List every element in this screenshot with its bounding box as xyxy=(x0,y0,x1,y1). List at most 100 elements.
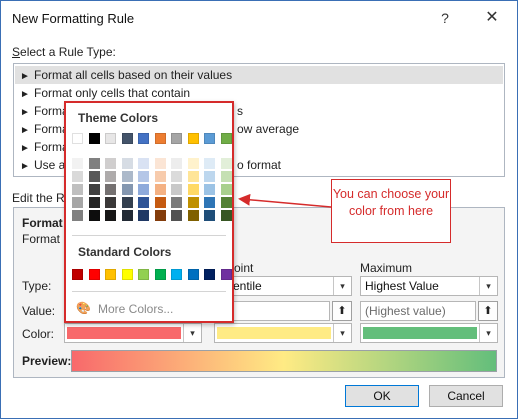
theme-shade-swatch[interactable] xyxy=(72,158,83,169)
theme-shade-swatch[interactable] xyxy=(204,210,215,221)
rule-item-label: Format only cells that contain xyxy=(34,86,191,100)
theme-color-swatch[interactable] xyxy=(105,133,116,144)
theme-shade-swatch[interactable] xyxy=(154,158,166,169)
theme-shade-swatch[interactable] xyxy=(88,197,100,208)
theme-shade-swatch[interactable] xyxy=(72,184,83,195)
theme-shade-swatch[interactable] xyxy=(72,210,83,221)
maximum-color-select[interactable]: ▾ xyxy=(360,323,498,343)
theme-shade-swatch[interactable] xyxy=(204,197,215,208)
standard-color-swatch[interactable] xyxy=(72,269,83,280)
minimum-color-select[interactable]: ▾ xyxy=(64,323,202,343)
theme-shade-swatch[interactable] xyxy=(88,158,100,169)
midpoint-type-select[interactable]: entile ▾ xyxy=(214,276,352,296)
theme-shade-swatch[interactable] xyxy=(187,171,199,182)
theme-shade-swatch[interactable] xyxy=(72,197,83,208)
standard-color-swatch[interactable] xyxy=(105,269,116,280)
maximum-range-picker-button[interactable]: ⬆ xyxy=(478,301,498,321)
standard-color-swatch[interactable] xyxy=(138,269,149,280)
theme-color-swatch[interactable] xyxy=(204,133,215,144)
theme-shade-swatch[interactable] xyxy=(171,184,182,195)
theme-shade-swatch[interactable] xyxy=(138,197,149,208)
theme-shade-swatch[interactable] xyxy=(154,171,166,182)
maximum-type-select[interactable]: Highest Value ▾ xyxy=(360,276,498,296)
theme-shade-swatch[interactable] xyxy=(204,158,215,169)
theme-shade-swatch[interactable] xyxy=(220,210,232,221)
rule-item-all-cells[interactable]: ► Format all cells based on their values xyxy=(15,66,503,84)
rule-item-label-tail: o format xyxy=(237,158,282,172)
chevron-down-icon[interactable]: ▾ xyxy=(479,277,497,295)
standard-color-swatch[interactable] xyxy=(154,269,166,280)
palette-divider xyxy=(72,235,226,236)
theme-shade-swatch[interactable] xyxy=(121,158,133,169)
theme-color-swatch[interactable] xyxy=(154,133,166,144)
value-label: Value: xyxy=(22,304,56,318)
theme-shade-swatch[interactable] xyxy=(88,210,100,221)
theme-shade-swatch[interactable] xyxy=(187,210,199,221)
theme-shade-swatch[interactable] xyxy=(171,158,182,169)
theme-shade-swatch[interactable] xyxy=(138,210,149,221)
rule-item-cells-contain[interactable]: ► Format only cells that contain xyxy=(15,84,503,102)
ok-button[interactable]: OK xyxy=(345,385,419,407)
theme-shade-swatch[interactable] xyxy=(220,171,232,182)
theme-shade-swatch[interactable] xyxy=(187,197,199,208)
chevron-down-icon[interactable]: ▾ xyxy=(333,324,351,342)
palette-icon: 🎨 xyxy=(76,301,91,315)
theme-shade-swatch[interactable] xyxy=(154,210,166,221)
theme-shade-swatch[interactable] xyxy=(88,171,100,182)
theme-shade-swatch[interactable] xyxy=(220,158,232,169)
standard-color-swatch[interactable] xyxy=(171,269,182,280)
theme-shade-swatch[interactable] xyxy=(105,197,116,208)
theme-color-swatch[interactable] xyxy=(220,133,232,144)
theme-shade-swatch[interactable] xyxy=(187,158,199,169)
standard-color-swatch[interactable] xyxy=(204,269,215,280)
close-button[interactable]: ✕ xyxy=(477,7,507,29)
theme-color-swatch[interactable] xyxy=(171,133,182,144)
cancel-button[interactable]: Cancel xyxy=(429,385,503,407)
color-label: Color: xyxy=(22,327,55,341)
standard-color-swatch[interactable] xyxy=(187,269,199,280)
midpoint-color-select[interactable]: ▾ xyxy=(214,323,352,343)
theme-color-swatch[interactable] xyxy=(121,133,133,144)
theme-shade-swatch[interactable] xyxy=(72,171,83,182)
theme-shade-swatch[interactable] xyxy=(220,197,232,208)
theme-shade-swatch[interactable] xyxy=(204,184,215,195)
theme-shade-swatch[interactable] xyxy=(88,184,100,195)
midpoint-label: oint xyxy=(234,261,254,275)
theme-color-swatch[interactable] xyxy=(187,133,199,144)
midpoint-range-picker-button[interactable]: ⬆ xyxy=(332,301,352,321)
standard-color-swatch[interactable] xyxy=(220,269,232,280)
maximum-value-input[interactable]: (Highest value) xyxy=(360,301,476,321)
theme-color-swatch[interactable] xyxy=(72,133,83,144)
standard-color-swatch[interactable] xyxy=(121,269,133,280)
chevron-down-icon[interactable]: ▾ xyxy=(333,277,351,295)
theme-shade-swatch[interactable] xyxy=(187,184,199,195)
theme-shade-swatch[interactable] xyxy=(171,171,182,182)
theme-shade-swatch[interactable] xyxy=(105,184,116,195)
chevron-down-icon[interactable]: ▾ xyxy=(479,324,497,342)
theme-shade-swatch[interactable] xyxy=(154,184,166,195)
theme-shade-swatch[interactable] xyxy=(220,184,232,195)
theme-shade-swatch[interactable] xyxy=(105,210,116,221)
rule-item-label-tail: s xyxy=(237,104,243,118)
theme-shade-swatch[interactable] xyxy=(154,197,166,208)
theme-color-swatch[interactable] xyxy=(138,133,149,144)
theme-color-swatch[interactable] xyxy=(88,133,100,144)
theme-shade-swatch[interactable] xyxy=(171,197,182,208)
theme-shade-swatch[interactable] xyxy=(121,197,133,208)
theme-shade-swatch[interactable] xyxy=(138,171,149,182)
standard-color-swatch[interactable] xyxy=(88,269,100,280)
more-colors-item[interactable]: 🎨 More Colors... xyxy=(74,301,224,319)
theme-shade-swatch[interactable] xyxy=(138,158,149,169)
theme-shade-swatch[interactable] xyxy=(105,171,116,182)
theme-shade-swatch[interactable] xyxy=(138,184,149,195)
chevron-down-icon[interactable]: ▾ xyxy=(183,324,201,342)
theme-shade-swatch[interactable] xyxy=(171,210,182,221)
color-palette-dropdown: Theme Colors Standard Colors 🎨 More Colo… xyxy=(64,101,234,323)
theme-shade-swatch[interactable] xyxy=(204,171,215,182)
preview-gradient xyxy=(71,350,497,372)
help-button[interactable]: ? xyxy=(431,7,459,29)
theme-shade-swatch[interactable] xyxy=(121,184,133,195)
theme-shade-swatch[interactable] xyxy=(121,210,133,221)
theme-shade-swatch[interactable] xyxy=(105,158,116,169)
theme-shade-swatch[interactable] xyxy=(121,171,133,182)
